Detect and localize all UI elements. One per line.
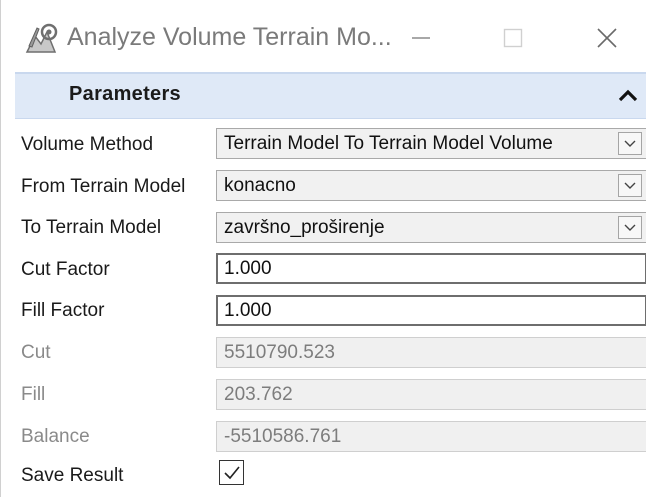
section-title: Parameters <box>69 83 181 105</box>
fill-output: 203.762 <box>216 379 646 410</box>
parameters-section-header[interactable]: Parameters <box>15 72 646 119</box>
balance-label: Balance <box>21 426 90 447</box>
maximize-button[interactable] <box>485 14 541 62</box>
from-terrain-select[interactable]: konacno <box>216 170 646 201</box>
cut-value: 5510790.523 <box>224 342 335 363</box>
cut-output: 5510790.523 <box>216 337 646 368</box>
from-terrain-value: konacno <box>224 175 296 196</box>
minimize-button[interactable] <box>393 14 449 62</box>
volume-method-select[interactable]: Terrain Model To Terrain Model Volume <box>216 128 646 159</box>
volume-method-dropdown-button[interactable] <box>618 132 642 155</box>
fill-factor-value: 1.000 <box>224 300 272 321</box>
cut-factor-value: 1.000 <box>224 258 272 279</box>
fill-label: Fill <box>21 384 46 405</box>
left-margin <box>1 72 15 497</box>
volume-method-value: Terrain Model To Terrain Model Volume <box>224 133 553 154</box>
fill-value: 203.762 <box>224 384 293 405</box>
chevron-down-icon <box>624 224 636 231</box>
to-terrain-label: To Terrain Model <box>21 217 162 238</box>
maximize-icon <box>503 28 523 48</box>
save-result-checkbox[interactable] <box>219 460 244 485</box>
cut-factor-input[interactable]: 1.000 <box>216 253 646 284</box>
minimize-icon <box>412 37 430 39</box>
chevron-up-icon[interactable] <box>615 84 641 106</box>
to-terrain-dropdown-button[interactable] <box>618 216 642 239</box>
save-result-label: Save Result <box>21 465 124 486</box>
title-bar[interactable]: Analyze Volume Terrain Mo... <box>1 0 646 72</box>
from-terrain-dropdown-button[interactable] <box>618 174 642 197</box>
balance-value: -5510586.761 <box>224 426 342 447</box>
to-terrain-select[interactable]: završno_proširenje <box>216 212 646 243</box>
from-terrain-label: From Terrain Model <box>21 176 186 197</box>
window-title: Analyze Volume Terrain Mo... <box>67 23 392 51</box>
fill-factor-input[interactable]: 1.000 <box>216 295 646 326</box>
checkmark-icon <box>223 465 240 479</box>
close-button[interactable] <box>579 14 635 62</box>
close-icon <box>597 28 617 48</box>
analyze-volume-dialog: Analyze Volume Terrain Mo... Parameters … <box>0 0 646 497</box>
cut-label: Cut <box>21 342 51 363</box>
terrain-tool-icon <box>25 23 58 53</box>
fill-factor-label: Fill Factor <box>21 300 105 321</box>
volume-method-label: Volume Method <box>21 134 154 155</box>
cut-factor-label: Cut Factor <box>21 259 110 280</box>
to-terrain-value: završno_proširenje <box>224 217 385 238</box>
balance-output: -5510586.761 <box>216 421 646 452</box>
chevron-down-icon <box>624 182 636 189</box>
chevron-down-icon <box>624 140 636 147</box>
